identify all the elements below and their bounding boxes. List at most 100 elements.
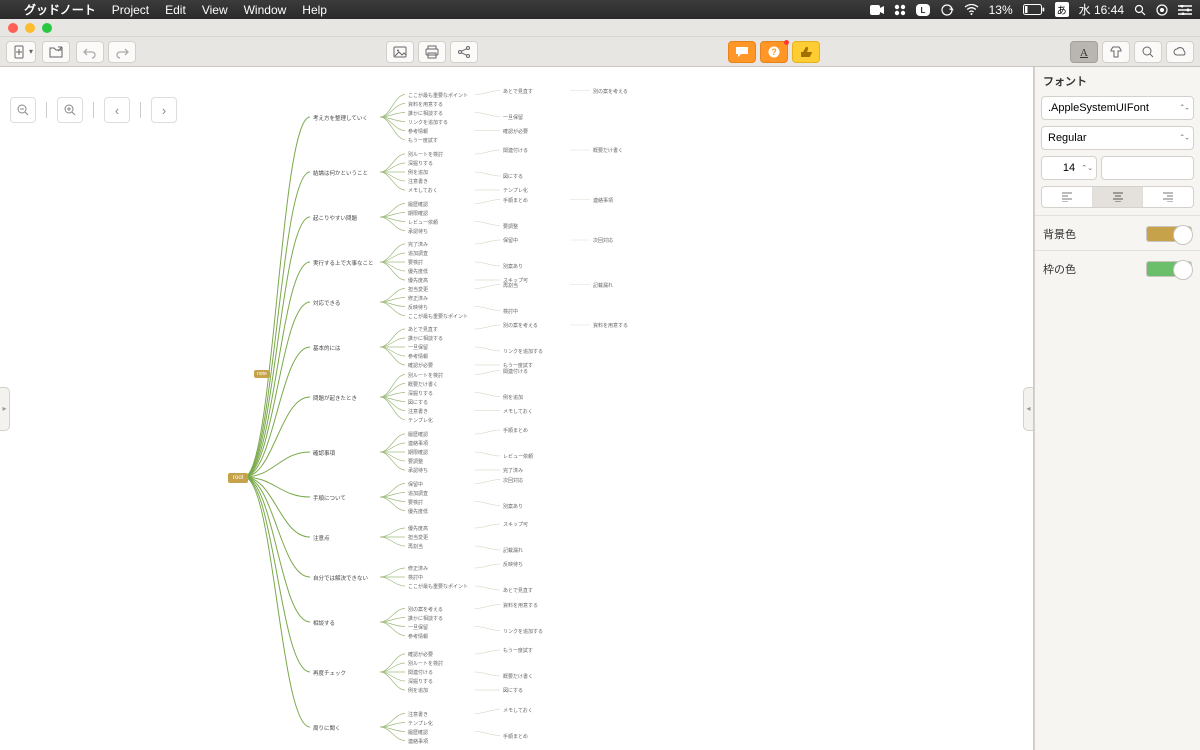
- mindmap-leaf[interactable]: 承認待ち: [408, 467, 428, 474]
- print-button[interactable]: [418, 41, 446, 63]
- mindmap-leaf[interactable]: 資料を用意する: [503, 602, 538, 609]
- mindmap-leaf[interactable]: 履歴確認: [408, 431, 428, 438]
- align-left-button[interactable]: [1042, 187, 1092, 207]
- mindmap-leaf[interactable]: リンクを追加する: [503, 348, 543, 355]
- mindmap-leaf[interactable]: メモしておく: [503, 408, 533, 415]
- mindmap-leaf[interactable]: 関連付ける: [503, 147, 528, 154]
- mindmap-leaf[interactable]: あとで見直す: [503, 587, 533, 594]
- canvas[interactable]: ‹ › ▸ ◂ root note 考え方を整理していくここが最も重要なポイント…: [0, 67, 1034, 750]
- mindmap-node[interactable]: 問題が起きたとき: [313, 394, 357, 402]
- font-weight-select[interactable]: Regular: [1041, 126, 1194, 150]
- mindmap-root-node[interactable]: root: [228, 473, 248, 483]
- spotlight-icon[interactable]: [1134, 4, 1146, 16]
- mindmap-leaf[interactable]: 深掘りする: [408, 160, 433, 167]
- mindmap-leaf[interactable]: 記載漏れ: [503, 547, 523, 554]
- mindmap-leaf[interactable]: 優先度高: [408, 525, 428, 532]
- control-center-icon[interactable]: [1178, 5, 1192, 15]
- mindmap-leaf[interactable]: 要調整: [503, 223, 518, 230]
- mindmap-leaf[interactable]: 確認が必要: [408, 651, 433, 658]
- mindmap-leaf[interactable]: 担当変更: [408, 534, 428, 541]
- mindmap-leaf[interactable]: 別ルートを検討: [408, 151, 443, 158]
- text-color-swatch[interactable]: [1101, 156, 1194, 180]
- mindmap-leaf[interactable]: 反映待ち: [408, 304, 428, 311]
- mindmap-leaf[interactable]: 保留中: [408, 481, 423, 488]
- mindmap-leaf[interactable]: 図にする: [503, 173, 523, 180]
- mindmap-leaf[interactable]: 確認が必要: [408, 362, 433, 369]
- clock[interactable]: 水 16:44: [1079, 1, 1124, 18]
- mindmap-leaf[interactable]: 概要だけ書く: [503, 673, 533, 680]
- mindmap-node[interactable]: 考え方を整理していく: [313, 114, 368, 122]
- nav-prev-button[interactable]: ‹: [104, 97, 130, 123]
- mindmap-leaf[interactable]: 一旦保留: [408, 624, 428, 631]
- share-button[interactable]: [450, 41, 478, 63]
- mindmap-leaf[interactable]: テンプレ化: [408, 720, 433, 727]
- mindmap-leaf[interactable]: ここが最も重要なポイント: [408, 583, 468, 590]
- mindmap-leaf[interactable]: 注意書き: [408, 408, 428, 415]
- siri-icon[interactable]: [1156, 4, 1168, 16]
- mindmap-leaf[interactable]: 要検討: [408, 499, 423, 506]
- mindmap-leaf[interactable]: 図にする: [503, 687, 523, 694]
- mindmap-leaf[interactable]: メモしておく: [503, 707, 533, 714]
- mindmap-leaf[interactable]: リンクを追加する: [503, 628, 543, 635]
- mindmap-leaf[interactable]: 誰かに相談する: [408, 335, 443, 342]
- mindmap-leaf[interactable]: 図にする: [408, 399, 428, 406]
- mindmap-leaf[interactable]: ここが最も重要なポイント: [408, 313, 468, 320]
- mindmap-leaf[interactable]: もう一度試す: [408, 137, 438, 144]
- mindmap-leaf[interactable]: ここが最も重要なポイント: [408, 92, 468, 99]
- mindmap-leaf[interactable]: 手順まとめ: [503, 733, 528, 740]
- open-document-button[interactable]: [42, 41, 70, 63]
- mindmap-leaf[interactable]: 深掘りする: [408, 390, 433, 397]
- ime-indicator[interactable]: あ: [1055, 2, 1069, 17]
- mindmap-leaf[interactable]: 追加調査: [408, 490, 428, 497]
- mindmap-node[interactable]: 手順について: [313, 494, 346, 502]
- line-icon[interactable]: L: [916, 4, 930, 16]
- mindmap-leaf[interactable]: 優先度低: [408, 508, 428, 515]
- mindmap-leaf[interactable]: 連絡事項: [408, 738, 428, 745]
- search-button[interactable]: [1134, 41, 1162, 63]
- mindmap-leaf[interactable]: 別案あり: [503, 503, 523, 510]
- redo-button[interactable]: [108, 41, 136, 63]
- mindmap-leaf[interactable]: 手順まとめ: [503, 197, 528, 204]
- mindmap-leaf[interactable]: 参考情報: [408, 128, 428, 135]
- mindmap-leaf[interactable]: 資料を用意する: [408, 101, 443, 108]
- align-center-button[interactable]: [1092, 187, 1143, 207]
- nav-next-button[interactable]: ›: [151, 97, 177, 123]
- mindmap-leaf[interactable]: 手順まとめ: [503, 427, 528, 434]
- mindmap-leaf[interactable]: 完了済み: [408, 241, 428, 248]
- mindmap-leaf[interactable]: レビュー依頼: [503, 453, 533, 460]
- mindmap-node[interactable]: 基本的には: [313, 344, 341, 352]
- wifi-icon[interactable]: [964, 4, 979, 15]
- mindmap-leaf[interactable]: 要検討: [408, 259, 423, 266]
- mindmap[interactable]: root note 考え方を整理していくここが最も重要なポイントあとで見直す別の…: [210, 67, 1010, 750]
- mindmap-leaf[interactable]: 誰かに相談する: [408, 110, 443, 117]
- mindmap-leaf[interactable]: 履歴確認: [408, 201, 428, 208]
- mindmap-node[interactable]: 注意点: [313, 534, 330, 542]
- border-color-swatch[interactable]: [1146, 261, 1192, 277]
- text-align-segmented[interactable]: [1041, 186, 1194, 208]
- mindmap-node[interactable]: 結論は何かということ: [313, 169, 368, 177]
- mindmap-leaf[interactable]: 誰かに相談する: [408, 615, 443, 622]
- comment-button[interactable]: [728, 41, 756, 63]
- mindmap-leaf[interactable]: 一旦保留: [408, 344, 428, 351]
- battery-icon[interactable]: [1023, 4, 1045, 15]
- app-name[interactable]: グッドノート: [24, 1, 96, 18]
- mindmap-node[interactable]: 相談する: [313, 619, 335, 627]
- mindmap-leaf[interactable]: 反映待ち: [503, 561, 523, 568]
- mindmap-leaf[interactable]: テンプレ化: [408, 417, 433, 424]
- mindmap-leaf[interactable]: 確認が必要: [503, 128, 528, 135]
- mindmap-leaf[interactable]: 優先度低: [408, 268, 428, 275]
- mindmap-leaf[interactable]: 期限確認: [408, 210, 428, 217]
- mindmap-leaf[interactable]: レビュー依頼: [408, 219, 438, 226]
- sync-icon[interactable]: [940, 4, 954, 16]
- mindmap-leaf[interactable]: 連絡事項: [408, 440, 428, 447]
- mindmap-node[interactable]: 自分では解決できない: [313, 574, 368, 582]
- mindmap-leaf[interactable]: 深掘りする: [408, 678, 433, 685]
- menu-project[interactable]: Project: [112, 3, 149, 17]
- mindmap-leaf[interactable]: 注意書き: [408, 178, 428, 185]
- mindmap-leaf[interactable]: 例を追加: [408, 169, 428, 176]
- mindmap-leaf[interactable]: 優先度高: [408, 277, 428, 284]
- mindmap-node[interactable]: 実行する上で大事なこと: [313, 259, 374, 267]
- mindmap-leaf[interactable]: 検討中: [503, 308, 518, 315]
- mindmap-leaf[interactable]: もう一度試す: [503, 647, 533, 654]
- align-right-button[interactable]: [1142, 187, 1193, 207]
